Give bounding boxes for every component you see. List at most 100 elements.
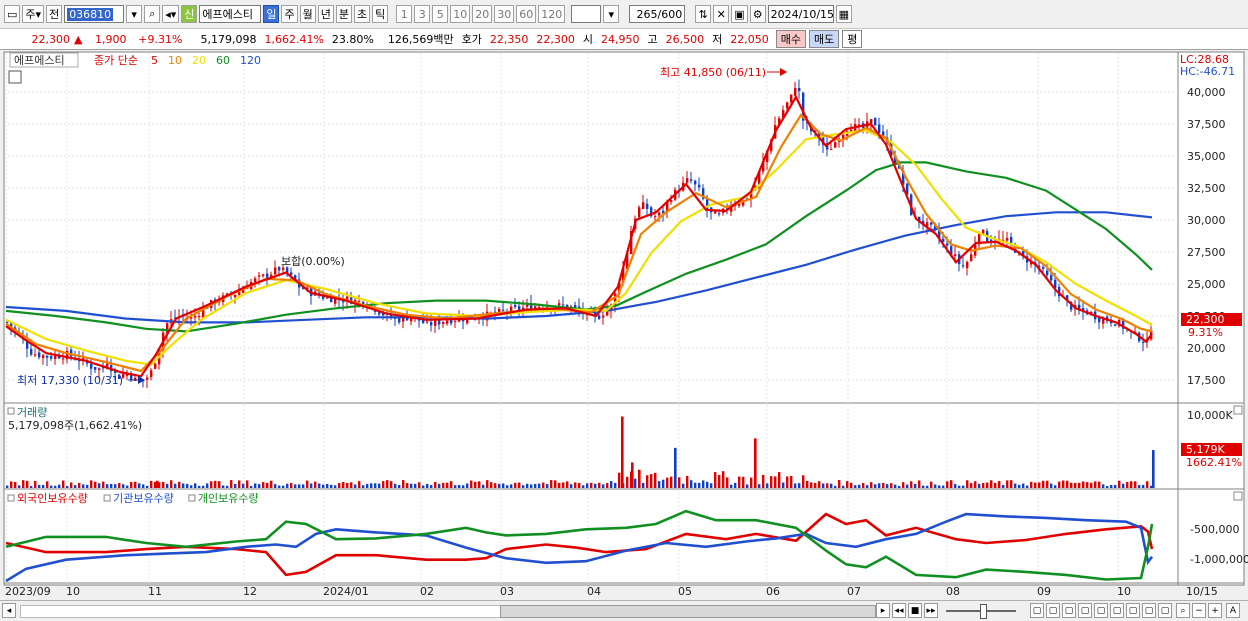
period-tab-6[interactable]: 틱 xyxy=(372,5,389,23)
interval-custom-input[interactable] xyxy=(571,5,602,23)
scroll-thumb[interactable] xyxy=(500,605,876,618)
volume-bar xyxy=(926,485,929,488)
sell-button[interactable]: 매도 xyxy=(808,30,840,48)
zoom-search-icon[interactable]: ⌕ xyxy=(1176,603,1190,618)
layout-icon-1[interactable]: ▢ xyxy=(1030,603,1044,618)
volume-bar xyxy=(1094,481,1097,488)
holdings-legend-box-0[interactable] xyxy=(7,494,15,502)
candle-body xyxy=(870,119,873,124)
panel-menu-icon[interactable] xyxy=(8,70,22,84)
volume-close-icon[interactable] xyxy=(1233,405,1243,415)
volume-bar xyxy=(214,480,217,488)
compare-icon[interactable]: ⇅ xyxy=(695,5,712,23)
save-icon[interactable]: ▣ xyxy=(731,5,748,23)
window-icon[interactable]: ▭ xyxy=(4,5,21,23)
volume-bar xyxy=(322,484,325,488)
layout-icon-2[interactable]: ▢ xyxy=(1046,603,1060,618)
period-tab-3[interactable]: 년 xyxy=(317,5,334,23)
period-tab-4[interactable]: 분 xyxy=(335,5,352,23)
volume-bar xyxy=(886,484,889,488)
count-field[interactable]: 265/600 xyxy=(629,5,686,23)
interval-tab-5[interactable]: 5 xyxy=(432,5,449,23)
interval-tab-120[interactable]: 120 xyxy=(538,5,566,23)
period-tab-1[interactable]: 주 xyxy=(281,5,298,23)
zoom-handle[interactable] xyxy=(980,604,987,619)
date-field[interactable]: 2024/10/15 xyxy=(767,5,834,23)
zoom-out-icon[interactable]: − xyxy=(1192,603,1206,618)
rewind-icon[interactable]: ◂◂ xyxy=(892,603,906,618)
candle-body xyxy=(790,94,793,103)
font-size-icon[interactable]: A xyxy=(1226,603,1240,618)
candle-body xyxy=(98,368,101,370)
volume-bar xyxy=(854,485,857,488)
holdings-close-icon[interactable] xyxy=(1233,491,1243,501)
volume-bar xyxy=(238,480,241,488)
code-dropdown-icon[interactable]: ▾ xyxy=(126,5,143,23)
period-tab-0[interactable]: 일 xyxy=(263,5,280,23)
holdings-tick-0: -500,000 xyxy=(1190,523,1239,536)
holdings-legend-box-1[interactable] xyxy=(103,494,111,502)
interval-tab-30[interactable]: 30 xyxy=(494,5,515,23)
play-icon[interactable]: ▸ xyxy=(876,603,890,618)
pyeong-button[interactable]: 평 xyxy=(842,30,863,48)
volume-bar xyxy=(902,482,905,488)
period-tab-2[interactable]: 월 xyxy=(299,5,316,23)
gear-icon[interactable]: ⚙ xyxy=(749,5,766,23)
buy-button[interactable]: 매수 xyxy=(775,30,806,48)
count-value: 265 xyxy=(636,7,658,21)
interval-tab-3[interactable]: 3 xyxy=(414,5,431,23)
interval-tab-1[interactable]: 1 xyxy=(396,5,413,23)
speaker-icon[interactable]: ◂▾ xyxy=(162,5,180,23)
stock-chart[interactable]: 40,000 37,500 35,000 32,500 30,000 27,500 25,0… xyxy=(0,50,1248,600)
scroll-left-icon[interactable]: ◂ xyxy=(2,603,16,618)
volume-bar xyxy=(222,485,225,488)
stop-icon[interactable]: ■ xyxy=(908,603,922,618)
layout-icon-6[interactable]: ▢ xyxy=(1110,603,1124,618)
volume-bar xyxy=(954,484,957,488)
interval-tab-20[interactable]: 20 xyxy=(472,5,493,23)
scroll-track[interactable] xyxy=(20,605,502,618)
ma-legend-20: 20 xyxy=(192,54,206,67)
calendar-icon[interactable]: ▦ xyxy=(835,5,853,23)
layout-icon-4[interactable]: ▢ xyxy=(1078,603,1092,618)
volume-bar xyxy=(326,484,329,488)
volume-bar xyxy=(1058,481,1061,488)
layout-icon-7[interactable]: ▢ xyxy=(1126,603,1140,618)
candle-body xyxy=(686,178,689,183)
zoom-in-icon[interactable]: + xyxy=(1208,603,1222,618)
volume-bar xyxy=(270,480,273,488)
volume-bar xyxy=(898,485,901,488)
volume-bar xyxy=(942,485,945,488)
search-icon[interactable]: ⌕ xyxy=(144,5,161,23)
layout-icon-8[interactable]: ▢ xyxy=(1142,603,1156,618)
period-tab-5[interactable]: 초 xyxy=(353,5,371,23)
volume-bar xyxy=(686,475,689,488)
volume-bar xyxy=(278,485,281,488)
layout-icon-9[interactable]: ▢ xyxy=(1158,603,1172,618)
volume-bar xyxy=(558,482,561,488)
shin-badge: 신 xyxy=(181,5,198,23)
market-select[interactable]: 주 ▾ xyxy=(22,5,45,23)
volume-bar xyxy=(810,482,813,488)
layout-icon-5[interactable]: ▢ xyxy=(1094,603,1108,618)
volume: 5,179,098 xyxy=(200,32,257,46)
up-arrow-icon: ▲ xyxy=(74,32,83,46)
forward-icon[interactable]: ▸▸ xyxy=(924,603,938,618)
candle-body xyxy=(194,315,197,318)
volume-bar xyxy=(58,484,61,488)
volume-panel-icon[interactable] xyxy=(7,407,15,415)
crosshair-icon[interactable]: ✕ xyxy=(713,5,730,23)
volume-bar xyxy=(750,477,753,488)
stock-code-input[interactable]: 036810 xyxy=(64,5,125,23)
holdings-legend-box-2[interactable] xyxy=(188,494,196,502)
candle-body xyxy=(1050,275,1053,281)
interval-dropdown-icon[interactable]: ▾ xyxy=(603,5,620,23)
interval-tab-60[interactable]: 60 xyxy=(516,5,537,23)
candle-body xyxy=(830,149,833,151)
volume-bar xyxy=(534,483,537,488)
layout-icon-3[interactable]: ▢ xyxy=(1062,603,1076,618)
candle-body xyxy=(1006,238,1009,241)
volume-bar xyxy=(314,481,317,488)
interval-tab-10[interactable]: 10 xyxy=(450,5,471,23)
prev-button[interactable]: 전 xyxy=(46,5,63,23)
